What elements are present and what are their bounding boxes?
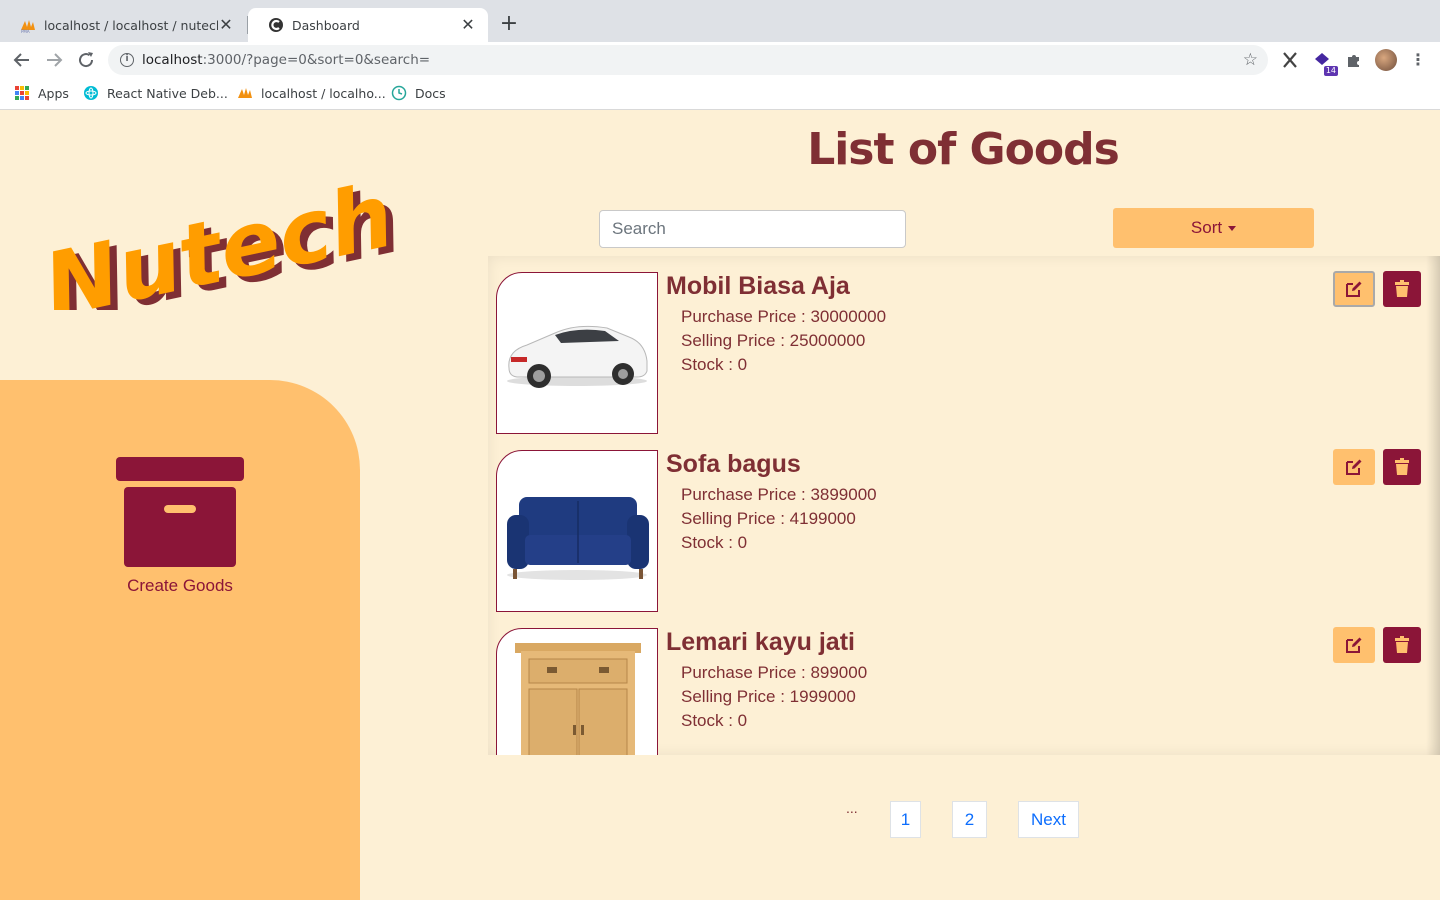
back-icon[interactable] [10,48,34,72]
apps-grid-icon [14,85,30,101]
goods-item: Lemari kayu jati Purchase Price : 899000… [488,627,1440,755]
app-favicon-icon [268,17,284,33]
browser-toolbar: i localhost:3000/?page=0&sort=0&search= … [0,42,1440,78]
bookmark-label: Docs [415,85,446,101]
phpmyadmin-icon [237,85,253,101]
x-extension-icon[interactable] [1280,50,1300,70]
create-goods-link[interactable]: Create Goods [80,576,280,596]
profile-avatar[interactable] [1375,49,1397,71]
goods-name: Sofa bagus [666,450,801,478]
selling-price: Selling Price : 4199000 [681,509,856,528]
delete-button[interactable] [1383,449,1421,485]
forward-icon[interactable] [42,48,66,72]
caret-down-icon [1228,225,1237,231]
goods-image-cabinet [496,628,658,755]
phpmyadmin-icon: PMA [20,17,36,33]
close-tab-icon[interactable]: ✕ [460,17,476,33]
edit-icon [1346,637,1362,653]
selling-price: Selling Price : 25000000 [681,331,866,350]
browser-tab-bar: PMA localhost / localhost / nutech / goo… [0,0,1440,42]
bookmark-label: localhost / localho... [261,85,386,101]
bookmark-label: React Native Deb... [107,85,228,101]
selling-price: Selling Price : 1999000 [681,687,856,706]
bookmark-phpmyadmin[interactable]: localhost / localho... [237,85,386,101]
stock-count: Stock : 0 [681,711,748,730]
tab-title: Dashboard [292,17,360,33]
next-page-button[interactable]: Next [1018,801,1079,838]
tab-title: localhost / localhost / nutech / goods |… [44,17,218,33]
extension-badge-count: 14 [1323,66,1338,76]
sort-label: Sort [1190,218,1223,237]
goods-item: Sofa bagus Purchase Price : 3899000 Sell… [488,449,1440,612]
url-text: localhost:3000/?page=0&sort=0&search= [142,52,431,68]
trash-icon [1395,458,1409,475]
stock-count: Stock : 0 [681,533,748,552]
purchase-price: Purchase Price : 899000 [681,663,868,682]
puzzle-extensions-icon[interactable] [1344,50,1364,70]
goods-image-car [496,272,658,434]
browser-tab-phpmyadmin[interactable]: PMA localhost / localhost / nutech / goo… [0,8,246,42]
svg-text:PMA: PMA [21,29,30,33]
goods-name: Mobil Biasa Aja [666,272,850,300]
edit-button[interactable] [1333,627,1375,663]
trash-icon [1395,280,1409,297]
bookmark-star-icon[interactable]: ☆ [1243,50,1258,70]
goods-item: Mobil Biasa Aja Purchase Price : 3000000… [488,271,1440,434]
page-1-button[interactable]: 1 [890,801,921,838]
nutech-logo: Nutech Nutech [35,170,408,310]
pagination-ellipsis: ... [846,800,858,816]
bookmarks-bar: Apps React Native Deb... localhost / loc… [0,78,1440,110]
svg-text:Nutech: Nutech [35,170,402,310]
bookmark-apps[interactable]: Apps [14,85,69,101]
dashboard-page: Nutech Nutech Create Goods List of Goods… [0,110,1440,900]
delete-button[interactable] [1383,271,1421,307]
goods-name: Lemari kayu jati [666,628,855,656]
goods-image-sofa [496,450,658,612]
browser-tab-dashboard[interactable]: Dashboard ✕ [248,8,488,42]
stock-count: Stock : 0 [681,355,748,374]
close-tab-icon[interactable]: ✕ [218,17,234,33]
bookmark-label: Apps [38,85,69,101]
new-tab-icon[interactable]: + [498,12,520,36]
bookmark-docs[interactable]: Docs [391,85,446,101]
delete-button[interactable] [1383,627,1421,663]
reload-icon[interactable] [74,48,98,72]
site-info-icon[interactable]: i [120,53,134,67]
clock-icon [391,85,407,101]
react-icon [83,85,99,101]
edit-button[interactable] [1333,449,1375,485]
sort-dropdown-button[interactable]: Sort [1113,208,1314,248]
goods-list[interactable]: Mobil Biasa Aja Purchase Price : 3000000… [488,256,1440,755]
browser-menu-icon[interactable]: ⋮ [1410,49,1426,71]
purchase-price: Purchase Price : 3899000 [681,485,877,504]
address-bar[interactable]: i localhost:3000/?page=0&sort=0&search= … [108,45,1268,75]
trash-icon [1395,636,1409,653]
bookmark-react-native-debugger[interactable]: React Native Deb... [83,85,228,101]
page-2-button[interactable]: 2 [952,801,987,838]
page-title: List of Goods [807,124,1120,175]
archive-box-icon[interactable] [114,455,246,571]
search-input[interactable] [599,210,906,248]
edit-icon [1346,281,1362,297]
purchase-price: Purchase Price : 30000000 [681,307,887,326]
edit-icon [1346,459,1362,475]
extension-badge-icon[interactable]: 14 [1312,50,1338,76]
edit-button[interactable] [1333,271,1375,307]
